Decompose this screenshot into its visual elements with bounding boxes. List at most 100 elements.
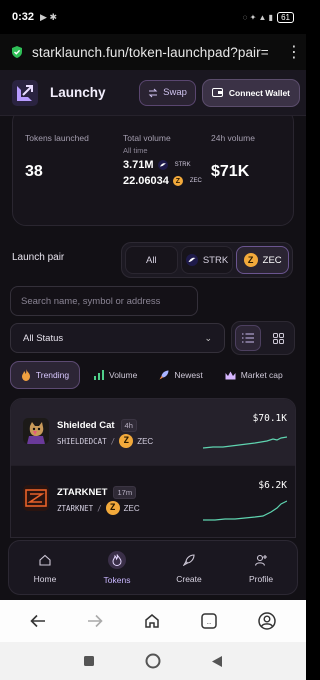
connect-wallet-label: Connect Wallet bbox=[228, 87, 290, 98]
tokens-launched-stat: Tokens launched 38 bbox=[25, 133, 89, 181]
tab-label: Volume bbox=[109, 370, 138, 380]
sparkline-path bbox=[203, 436, 287, 449]
connect-wallet-button[interactable]: Connect Wallet bbox=[201, 78, 300, 107]
cat-avatar-icon bbox=[23, 418, 49, 444]
search-input[interactable]: Search name, symbol or address bbox=[10, 286, 198, 316]
tokens-launched-value: 38 bbox=[25, 163, 43, 180]
forward-arrow-icon[interactable] bbox=[87, 614, 103, 628]
status-filter-value: All Status bbox=[23, 332, 64, 344]
tab-market-cap[interactable]: Market cap bbox=[217, 361, 291, 389]
flame-icon bbox=[108, 550, 126, 569]
pair-option-all[interactable]: All bbox=[125, 246, 178, 274]
ztarknet-logo-icon bbox=[23, 485, 49, 511]
total-volume-sublabel: All time bbox=[123, 146, 148, 155]
search-placeholder: Search name, symbol or address bbox=[21, 295, 161, 307]
tab-newest[interactable]: Newest bbox=[151, 361, 210, 389]
token-age-badge: 17m bbox=[113, 486, 137, 499]
volume-zec-row: 22.06034 Z ZEC bbox=[123, 175, 202, 187]
browser-url-bar[interactable]: starklaunch.fun/token-launchpad?pair= ⋮ bbox=[0, 34, 306, 70]
token-row[interactable]: ZTARKNET 17m ZTARKNET / Z ZEC $6.2K bbox=[11, 465, 295, 531]
zec-icon: Z bbox=[243, 253, 258, 267]
separator: / bbox=[97, 503, 102, 513]
url-text[interactable]: starklaunch.fun/token-launchpad?pair= bbox=[32, 45, 278, 60]
pair-option-label: All bbox=[146, 254, 157, 266]
rocket-icon bbox=[181, 552, 197, 568]
pair-option-strk[interactable]: STRK bbox=[180, 246, 234, 274]
token-name: ZTARKNET 17m bbox=[57, 486, 137, 499]
user-plus-icon bbox=[253, 552, 269, 568]
volume-24h-label: 24h volume bbox=[211, 133, 255, 143]
token-pair: ZEC bbox=[123, 503, 140, 513]
nav-home[interactable]: Home bbox=[9, 552, 81, 584]
total-volume-label: Total volume bbox=[123, 133, 171, 143]
separator: / bbox=[110, 436, 116, 446]
token-value: $70.1K bbox=[252, 413, 287, 424]
grid-view-button[interactable] bbox=[265, 325, 291, 351]
volume-24h-value: $71K bbox=[211, 163, 250, 180]
nav-tokens[interactable]: Tokens bbox=[81, 550, 153, 585]
home-button-icon[interactable] bbox=[145, 653, 161, 669]
back-triangle-icon[interactable] bbox=[211, 655, 223, 668]
token-sparkline bbox=[203, 500, 287, 521]
launch-pair-label: Launch pair bbox=[12, 252, 65, 263]
total-volume-stat: Total volume All time 3.71M STRK 22.0603… bbox=[123, 133, 202, 187]
flame-icon bbox=[21, 369, 30, 381]
notification-icons: ▶ ✱ bbox=[40, 11, 57, 22]
pair-option-zec[interactable]: Z ZEC bbox=[236, 246, 290, 274]
token-value: $6.2K bbox=[258, 480, 287, 491]
tabs-icon[interactable]: .. bbox=[201, 613, 217, 629]
swap-button[interactable]: Swap bbox=[139, 79, 196, 106]
back-arrow-icon[interactable] bbox=[30, 614, 46, 628]
clock: 0:32 bbox=[12, 11, 35, 23]
home-icon[interactable] bbox=[144, 613, 160, 629]
token-avatar-shielded-cat bbox=[23, 418, 49, 444]
list-view-button[interactable] bbox=[235, 325, 262, 351]
nav-profile[interactable]: Profile bbox=[225, 552, 297, 584]
token-symbol: SHIELDEDCAT bbox=[57, 436, 107, 446]
bottom-nav: Home Tokens Create Profile bbox=[8, 540, 298, 595]
nav-label: Tokens bbox=[103, 574, 131, 585]
home-icon bbox=[37, 552, 53, 568]
browser-menu-icon[interactable]: ⋮ bbox=[286, 42, 302, 62]
strk-icon bbox=[185, 254, 198, 266]
zec-icon: Z bbox=[172, 176, 183, 186]
token-row[interactable]: Shielded Cat 4h SHIELDEDCAT / Z ZEC $70.… bbox=[11, 399, 295, 465]
nav-label: Home bbox=[33, 573, 57, 584]
token-symbol: ZTARKNET bbox=[57, 503, 94, 513]
volume-zec-value: 22.06034 bbox=[123, 175, 169, 187]
token-pair: ZEC bbox=[137, 436, 154, 446]
zec-icon: Z bbox=[119, 434, 134, 448]
browser-toolbar: .. bbox=[0, 600, 306, 642]
secure-lock-icon[interactable] bbox=[10, 45, 24, 59]
recents-icon[interactable] bbox=[83, 655, 95, 667]
volume-strk-row: 3.71M STRK bbox=[123, 159, 202, 171]
sort-tabs: Trending Volume Newest Market cap bbox=[10, 360, 306, 390]
zec-label: ZEC bbox=[189, 178, 202, 184]
rocket-icon bbox=[159, 370, 169, 380]
status-bar: 0:32 ▶ ✱ ◌ ✦ ▲ ▮ 61 bbox=[0, 0, 306, 34]
tab-volume[interactable]: Volume bbox=[86, 361, 145, 389]
tab-label: Trending bbox=[35, 370, 70, 380]
token-avatar-ztarknet bbox=[23, 485, 49, 511]
battery-icon: 61 bbox=[277, 11, 294, 23]
launchy-logo-icon[interactable] bbox=[12, 79, 38, 106]
pair-option-label: ZEC bbox=[262, 254, 282, 266]
nav-create[interactable]: Create bbox=[153, 552, 225, 584]
app-viewport: Launchy Swap Connect Wallet Tokens launc… bbox=[0, 70, 306, 600]
tab-trending[interactable]: Trending bbox=[10, 361, 80, 389]
system-status-icons: ◌ ✦ ▲ ▮ bbox=[242, 12, 274, 22]
token-meta: ZTARKNET / Z ZEC bbox=[57, 501, 140, 515]
strk-icon bbox=[157, 160, 168, 170]
stats-card: Tokens launched 38 Total volume All time… bbox=[12, 108, 294, 226]
tab-label: Market cap bbox=[240, 370, 283, 380]
volume-24h-stat: 24h volume $71K bbox=[211, 133, 255, 181]
nav-label: Profile bbox=[248, 573, 274, 584]
pair-option-label: STRK bbox=[202, 254, 229, 266]
account-icon[interactable] bbox=[257, 612, 276, 630]
zec-icon: Z bbox=[105, 501, 120, 515]
system-nav-bar bbox=[0, 642, 306, 680]
token-name: Shielded Cat 4h bbox=[57, 419, 137, 432]
app-header: Launchy Swap Connect Wallet bbox=[0, 70, 306, 116]
token-sparkline bbox=[203, 436, 287, 449]
status-filter-select[interactable]: All Status ⌄ bbox=[10, 323, 225, 353]
